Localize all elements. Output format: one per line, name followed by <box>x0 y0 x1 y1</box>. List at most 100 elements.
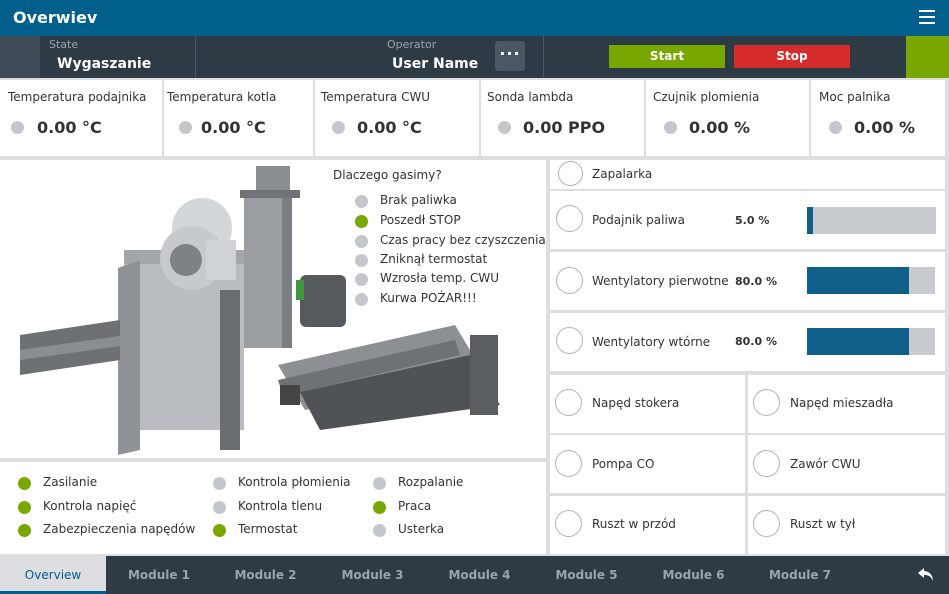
indicator-dot <box>373 501 386 514</box>
operator-label: Operator <box>387 38 437 51</box>
feeder-bar <box>807 207 936 234</box>
tab-module-1[interactable]: Module 1 <box>106 556 212 594</box>
valve-cwu-toggle[interactable] <box>753 450 780 477</box>
reason-status-dot <box>355 273 368 286</box>
sensor-label: Moc palnika <box>819 90 891 104</box>
sensor-card-boiler-temp: Temperatura kotla 0.00 °C <box>164 80 313 156</box>
sensor-status-dot <box>664 121 677 134</box>
indicator-dot <box>213 501 226 514</box>
grate-forward-label: Ruszt w przód <box>592 517 676 531</box>
tab-overview[interactable]: Overview <box>0 556 106 594</box>
sensor-card-cwu-temp: Temperatura CWU 0.00 °C <box>315 80 479 156</box>
status-bar: State Wygaszanie Operator User Name ··· … <box>0 36 949 78</box>
tab-module-5[interactable]: Module 5 <box>533 556 640 594</box>
indicator-dot <box>18 501 31 514</box>
sensor-value: 0.00 °C <box>357 118 422 137</box>
stop-button[interactable]: Stop <box>734 45 850 68</box>
sensor-status-dot <box>498 121 511 134</box>
sensor-status-dot <box>11 121 24 134</box>
sensor-value: 0.00 °C <box>201 118 266 137</box>
sensor-label: Sonda lambda <box>487 90 574 104</box>
sensor-value: 0.00 % <box>854 118 916 137</box>
status-indicators-panel: Zasilanie Kontrola napięć Zabezpieczenia… <box>0 462 546 554</box>
sensor-value: 0.00 % <box>689 118 751 137</box>
reason-status-dot <box>355 215 368 228</box>
reasons-title: Dlaczego gasimy? <box>333 168 442 182</box>
sensor-card-lambda: Sonda lambda 0.00 PPO <box>481 80 644 156</box>
tab-module-7[interactable]: Module 7 <box>747 556 853 594</box>
indicator-dot <box>18 477 31 490</box>
valve-cwu-label: Zawór CWU <box>790 457 861 471</box>
primary-fans-bar <box>807 267 935 294</box>
burner-illustration-panel: Dlaczego gasimy? Brak paliwka Poszedł ST… <box>0 160 546 458</box>
secondary-fans-toggle[interactable] <box>556 327 583 354</box>
sensor-label: Temperatura kotla <box>167 90 277 104</box>
feeder-value: 5.0 % <box>735 214 770 227</box>
control-cell-valve-cwu: Zawór CWU <box>748 435 945 493</box>
stoker-drive-label: Napęd stokera <box>592 396 680 410</box>
indicator-dot <box>373 477 386 490</box>
reason-status-dot <box>355 293 368 306</box>
sensor-status-dot <box>332 121 345 134</box>
secondary-fans-bar-fill <box>807 328 910 355</box>
back-arrow-icon[interactable] <box>917 567 935 583</box>
grate-back-toggle[interactable] <box>753 510 780 537</box>
tab-module-6[interactable]: Module 6 <box>640 556 747 594</box>
control-cell-grate-forward: Ruszt w przód <box>550 496 745 554</box>
control-cell-pump-co: Pompa CO <box>550 435 745 493</box>
pump-co-label: Pompa CO <box>592 457 655 471</box>
mixer-drive-toggle[interactable] <box>753 389 780 416</box>
control-cell-stoker: Napęd stokera <box>550 375 745 433</box>
operator-more-button[interactable]: ··· <box>495 41 525 71</box>
indicator-dot <box>213 524 226 537</box>
sensor-card-burner-power: Moc palnika 0.00 % <box>811 80 945 156</box>
status-bar-left-block <box>0 36 40 78</box>
primary-fans-bar-fill <box>807 267 910 294</box>
primary-fans-value: 80.0 % <box>735 275 777 288</box>
primary-fans-label: Wentylatory pierwotne <box>592 274 729 288</box>
operator-value: User Name <box>392 56 479 72</box>
hamburger-icon[interactable] <box>919 10 935 24</box>
primary-fans-toggle[interactable] <box>556 267 583 294</box>
control-row-feeder: Podajnik paliwa 5.0 % <box>550 191 945 249</box>
page-title: Overwiev <box>13 8 98 27</box>
sensor-label: Czujnik plomienia <box>653 90 760 104</box>
run-status-indicator <box>906 36 949 78</box>
state-value: Wygaszanie <box>57 56 152 72</box>
control-row-primary-fans: Wentylatory pierwotne 80.0 % <box>550 252 945 310</box>
sensor-status-dot <box>829 121 842 134</box>
control-row-igniter: Zapalarka <box>550 160 945 189</box>
reason-status-dot <box>355 254 368 267</box>
feeder-toggle[interactable] <box>556 205 583 232</box>
stoker-drive-toggle[interactable] <box>555 389 582 416</box>
tab-module-2[interactable]: Module 2 <box>212 556 319 594</box>
secondary-fans-label: Wentylatory wtórne <box>592 335 711 349</box>
indicator-dot <box>213 477 226 490</box>
burner-illustration <box>20 166 500 455</box>
sensor-value: 0.00 PPO <box>523 118 606 137</box>
feeder-bar-fill <box>807 207 814 234</box>
module-tab-bar: Overview Module 1 Module 2 Module 3 Modu… <box>0 556 949 594</box>
control-row-secondary-fans: Wentylatory wtórne 80.0 % <box>550 313 945 371</box>
sensor-label: Temperatura podajnika <box>8 90 147 104</box>
reason-status-dot <box>355 235 368 248</box>
mixer-drive-label: Napęd mieszadła <box>790 396 894 410</box>
title-bar: Overwiev <box>0 0 949 36</box>
state-label: State <box>49 38 79 51</box>
status-divider <box>195 36 196 78</box>
igniter-label: Zapalarka <box>592 167 653 181</box>
grate-back-label: Ruszt w tył <box>790 517 856 531</box>
status-divider <box>543 36 544 78</box>
tab-module-3[interactable]: Module 3 <box>319 556 426 594</box>
grate-forward-toggle[interactable] <box>555 510 582 537</box>
tab-module-4[interactable]: Module 4 <box>426 556 533 594</box>
pump-co-toggle[interactable] <box>555 450 582 477</box>
control-cell-mixer: Napęd mieszadła <box>748 375 945 433</box>
reason-status-dot <box>355 195 368 208</box>
control-cell-grate-back: Ruszt w tył <box>748 496 945 554</box>
sensor-card-flame: Czujnik plomienia 0.00 % <box>646 80 809 156</box>
indicator-dot <box>18 524 31 537</box>
igniter-toggle[interactable] <box>558 161 583 186</box>
start-button[interactable]: Start <box>609 45 725 68</box>
secondary-fans-value: 80.0 % <box>735 335 777 348</box>
